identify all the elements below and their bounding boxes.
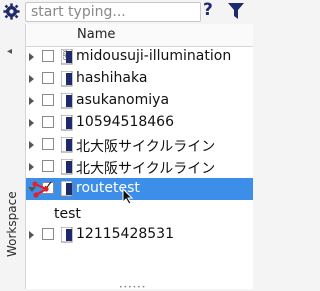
visibility-checkbox[interactable] (42, 160, 54, 172)
workspace-side-strip: ◂ Workspace (0, 0, 25, 289)
layer-label: asukanomiya (76, 92, 170, 108)
mouse-cursor-icon (122, 188, 134, 205)
layer-row[interactable]: GPX midousuji-illumination (26, 46, 253, 68)
workspace-tab-label[interactable]: Workspace (5, 191, 19, 257)
visibility-checkbox[interactable] (42, 50, 54, 62)
layer-label: 北大阪サイクルライン (76, 139, 216, 155)
layer-label: midousuji-illumination (76, 48, 232, 64)
gpx-file-icon (61, 181, 73, 197)
expand-arrow-icon[interactable] (29, 119, 34, 127)
layer-row[interactable]: hashihaka (26, 68, 253, 90)
toolbar: start typing... ? (0, 0, 252, 24)
visibility-checkbox[interactable] (42, 94, 54, 106)
visibility-checkbox[interactable] (42, 138, 54, 150)
collapse-icon[interactable]: ◂ (7, 46, 12, 57)
search-input[interactable]: start typing... (25, 2, 201, 22)
expand-arrow-icon[interactable] (29, 53, 34, 61)
layer-row[interactable]: 10594518466 (26, 112, 253, 134)
gpx-file-icon (61, 71, 73, 87)
filter-icon[interactable] (228, 3, 244, 20)
help-button[interactable]: ? (203, 0, 219, 20)
track-label[interactable]: test (54, 206, 81, 222)
layer-label: 10594518466 (76, 114, 174, 130)
expand-arrow-icon[interactable] (29, 163, 34, 171)
expand-arrow-icon[interactable] (29, 231, 34, 239)
expand-arrow-icon[interactable] (29, 75, 34, 83)
gear-icon[interactable] (3, 3, 20, 20)
layer-row-selected[interactable]: routetest (26, 178, 253, 200)
layer-row[interactable]: 12115428531 (26, 224, 253, 246)
gpx-file-icon (61, 115, 73, 131)
resize-grip-icon[interactable]: •••••• (119, 284, 146, 291)
visibility-checkbox[interactable] (42, 228, 54, 240)
gpx-file-icon (61, 93, 73, 109)
visibility-checkbox[interactable] (42, 72, 54, 84)
layer-row[interactable]: 北大阪サイクルライン (26, 134, 253, 156)
layer-label: 北大阪サイクルライン (76, 161, 216, 177)
layer-label: 12115428531 (76, 226, 174, 242)
column-header-name[interactable]: Name (77, 27, 115, 42)
visibility-checkbox[interactable] (42, 116, 54, 128)
expand-arrow-icon[interactable] (29, 141, 34, 149)
gpx-file-icon (61, 159, 73, 175)
layer-tree-panel: Name GPX midousuji-illumination hashihak… (25, 24, 253, 289)
svg-text:GPX: GPX (63, 49, 69, 60)
track-icon (32, 181, 49, 198)
layer-label: hashihaka (76, 70, 148, 86)
gpx-file-icon (61, 137, 73, 153)
gpx-file-icon: GPX (61, 49, 73, 65)
layer-row[interactable]: 北大阪サイクルライン (26, 156, 253, 178)
gpx-file-icon (61, 227, 73, 243)
table-header: Name (26, 24, 253, 47)
layer-row[interactable]: asukanomiya (26, 90, 253, 112)
expand-arrow-icon[interactable] (29, 97, 34, 105)
